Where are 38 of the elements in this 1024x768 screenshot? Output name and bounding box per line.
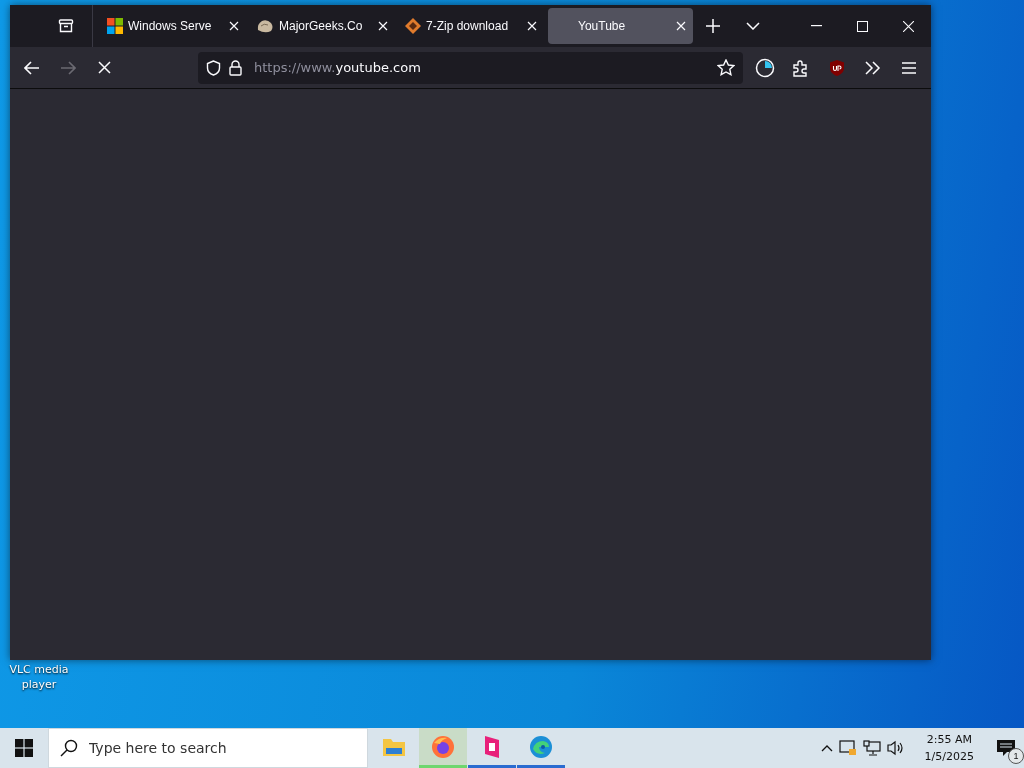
url-text[interactable]: https://www.youtube.com	[254, 60, 421, 75]
close-icon[interactable]	[228, 20, 240, 32]
document-app-icon	[482, 733, 502, 760]
chevron-down-icon[interactable]	[746, 22, 760, 30]
tray-icon[interactable]	[58, 18, 74, 34]
shield-icon[interactable]	[206, 59, 221, 76]
browser-tab[interactable]: MajorGeeks.Co	[250, 8, 395, 44]
lock-icon[interactable]	[229, 59, 242, 76]
browser-tab[interactable]: YouTube	[548, 8, 693, 44]
diamond-icon	[405, 18, 421, 34]
close-icon[interactable]	[902, 20, 914, 32]
browser-tab[interactable]: Windows Serve	[101, 8, 246, 44]
menu-icon[interactable]	[901, 60, 917, 75]
close-icon[interactable]	[377, 20, 389, 32]
chevron-up-icon[interactable]	[820, 744, 833, 752]
windows-logo-icon	[107, 18, 123, 34]
stop-icon[interactable]	[97, 61, 111, 74]
browser-tab[interactable]: 7-Zip download	[399, 8, 544, 44]
search-field[interactable]: Type here to search	[48, 728, 368, 768]
notification-badge: 1	[1008, 748, 1024, 764]
network-icon[interactable]	[862, 740, 881, 756]
address-bar[interactable]: https://www.youtube.com	[198, 51, 743, 84]
close-icon[interactable]	[675, 20, 687, 32]
minimize-icon[interactable]	[810, 25, 822, 27]
taskbar-app-button[interactable]	[419, 728, 467, 768]
close-icon[interactable]	[526, 20, 538, 32]
edge-icon	[529, 734, 553, 759]
star-icon[interactable]	[717, 59, 735, 76]
speaker-icon[interactable]	[886, 740, 905, 756]
windows-logo-icon[interactable]	[15, 739, 33, 757]
arrow-left-icon[interactable]	[24, 60, 40, 75]
notification-button[interactable]: 1	[988, 728, 1024, 768]
rock-icon	[256, 18, 274, 34]
plus-icon[interactable]	[706, 19, 720, 33]
clock[interactable]: 2:55 AM 1/5/2025	[918, 730, 980, 766]
monitor-icon[interactable]	[838, 740, 857, 756]
maximize-icon[interactable]	[856, 20, 868, 32]
firefox-icon	[431, 734, 455, 759]
